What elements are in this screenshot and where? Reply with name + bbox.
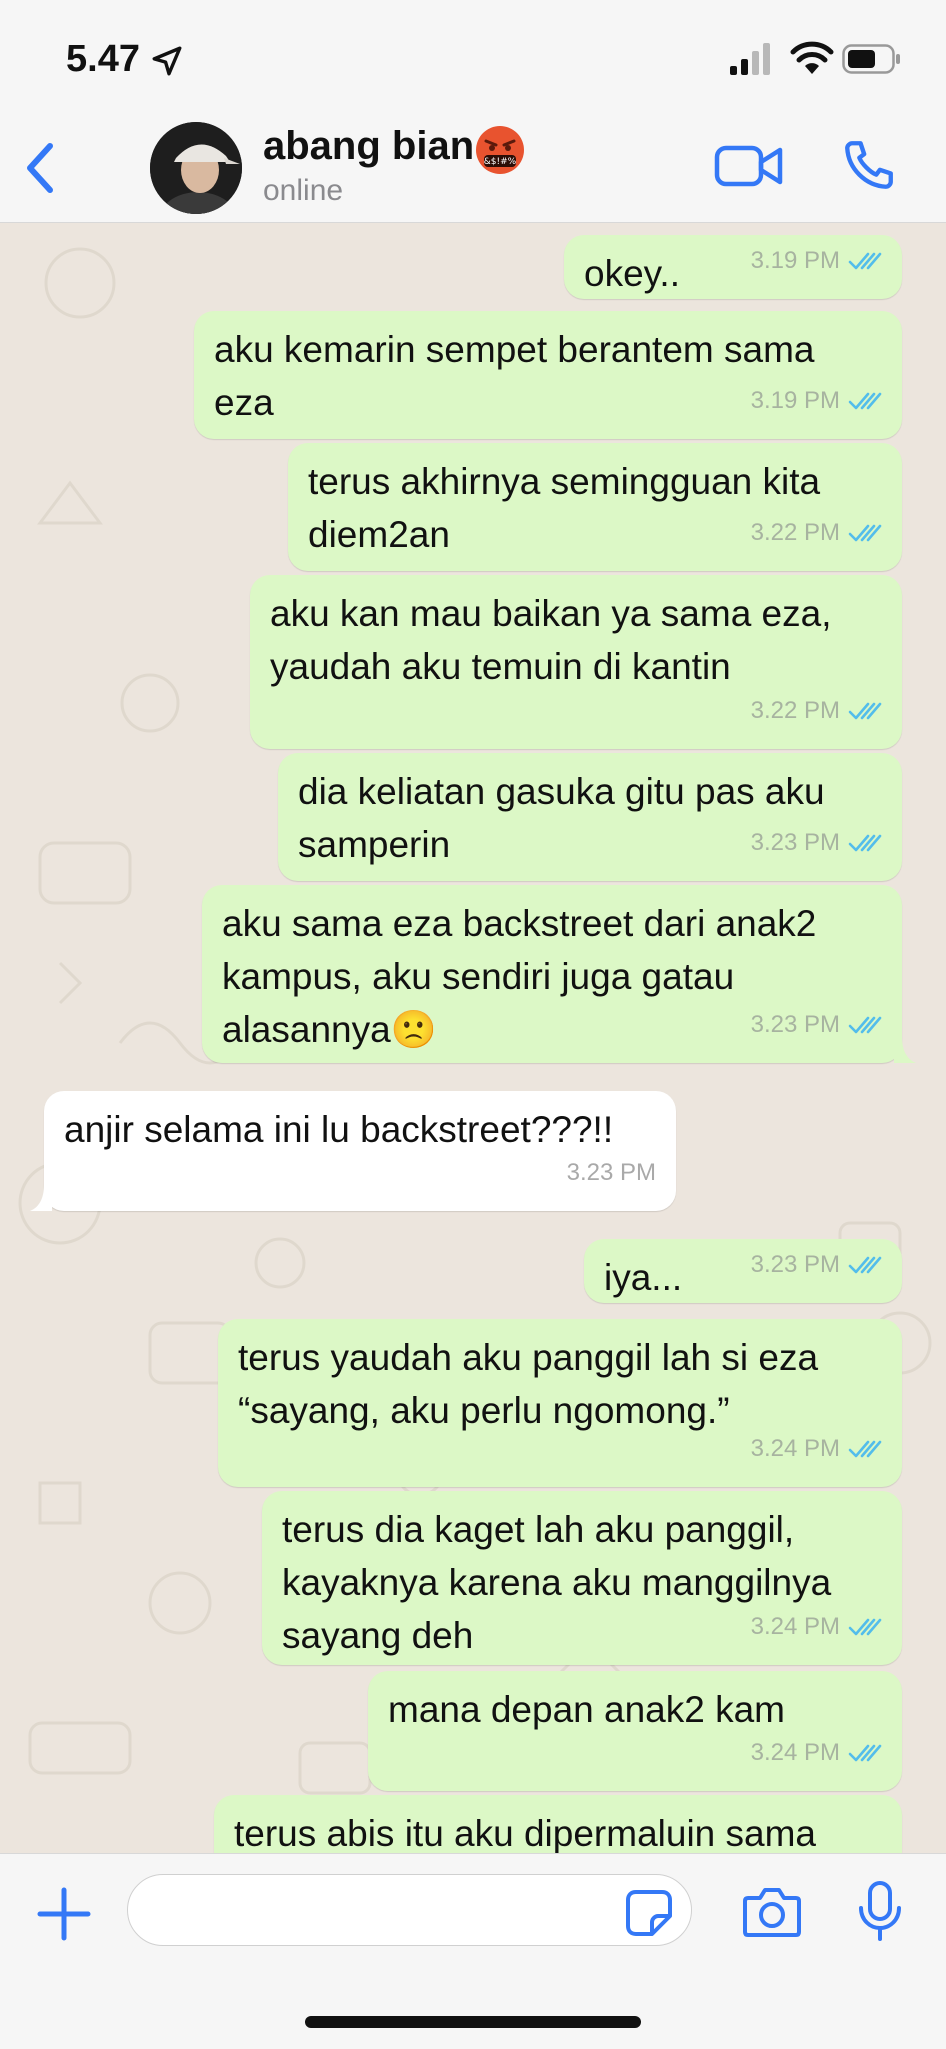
- double-check-icon: [848, 702, 882, 719]
- message-text-line: terus akhirnya semingguan kita: [308, 461, 821, 502]
- location-arrow-icon: [152, 46, 182, 76]
- sticker-icon[interactable]: [624, 1888, 674, 1938]
- status-time: 5.47: [66, 38, 140, 80]
- message-meta: 3.23 PM: [567, 1146, 656, 1199]
- double-check-icon: [848, 524, 882, 541]
- outgoing-message-bubble[interactable]: terus akhirnya semingguan kita diem2an 3.2…: [288, 443, 902, 571]
- outgoing-message-bubble[interactable]: okey.. 3.19 PM: [564, 235, 902, 299]
- bubble-tail: [30, 1185, 52, 1211]
- message-time: 3.24 PM: [750, 1435, 840, 1462]
- message-time: 3.22 PM: [750, 697, 840, 724]
- video-camera-icon[interactable]: [714, 140, 784, 192]
- message-meta: 3.24 PM: [751, 1422, 882, 1475]
- message-time: 3.19 PM: [750, 387, 840, 414]
- message-text-line: aku kan mau baikan ya sama eza,: [270, 593, 832, 634]
- double-check-icon: [848, 1016, 882, 1033]
- message-meta: 3.24 PM: [751, 1726, 882, 1779]
- double-check-icon: [848, 252, 882, 269]
- message-meta: 3.19 PM: [751, 374, 882, 427]
- battery-icon: [842, 44, 900, 74]
- phone-icon[interactable]: [840, 136, 898, 194]
- outgoing-message-bubble[interactable]: dia keliatan gasuka gitu pas aku samperin…: [278, 753, 902, 881]
- chat-header: abang bian &$!#% online: [0, 110, 946, 223]
- message-input[interactable]: [127, 1874, 692, 1946]
- message-text-line: terus yaudah aku panggil lah si eza: [238, 1337, 819, 1378]
- microphone-icon[interactable]: [856, 1880, 904, 1942]
- message-meta: 3.23 PM: [751, 998, 882, 1051]
- outgoing-message-bubble[interactable]: mana depan anak2 kam 3.24 PM: [368, 1671, 902, 1791]
- message-time: 3.22 PM: [750, 519, 840, 546]
- outgoing-message-bubble[interactable]: terus abis itu aku dipermaluin sama: [214, 1795, 902, 1853]
- plus-icon[interactable]: [34, 1884, 94, 1944]
- message-meta: 3.22 PM: [751, 684, 882, 737]
- message-meta: 3.23 PM: [751, 1238, 882, 1291]
- home-indicator: [305, 2016, 641, 2028]
- message-time: 3.23 PM: [750, 829, 840, 856]
- message-text-line: aku kemarin sempet berantem sama: [214, 329, 815, 370]
- message-time: 3.24 PM: [750, 1739, 840, 1766]
- double-check-icon: [848, 1744, 882, 1761]
- message-text-line: dia keliatan gasuka gitu pas aku: [298, 771, 825, 812]
- message-meta: 3.24 PM: [751, 1600, 882, 1653]
- chat-area[interactable]: okey.. 3.19 PM aku kemarin sempet berantem…: [0, 223, 946, 1853]
- message-text-line: terus dia kaget lah aku panggil,: [282, 1509, 795, 1550]
- contact-status: online: [263, 174, 344, 207]
- message-time: 3.23 PM: [566, 1159, 656, 1186]
- outgoing-message-bubble[interactable]: terus dia kaget lah aku panggil, kayaknya…: [262, 1491, 902, 1665]
- message-text-line: kampus, aku sendiri juga gatau: [222, 956, 735, 997]
- camera-icon[interactable]: [742, 1884, 802, 1940]
- avatar-image: [150, 122, 242, 214]
- avatar[interactable]: [150, 122, 242, 214]
- double-check-icon: [848, 1618, 882, 1635]
- bubble-tail: [894, 1037, 916, 1063]
- message-text-line: terus abis itu aku dipermaluin sama: [234, 1813, 817, 1853]
- status-bar: 5.47: [0, 0, 946, 110]
- message-time: 3.23 PM: [750, 1011, 840, 1038]
- message-meta: 3.19 PM: [751, 234, 882, 287]
- back-chevron-icon[interactable]: [18, 138, 62, 198]
- signal-icon: [730, 43, 770, 75]
- message-text-line: aku sama eza backstreet dari anak2: [222, 903, 817, 944]
- double-check-icon: [848, 1440, 882, 1457]
- message-meta: 3.23 PM: [751, 816, 882, 869]
- svg-text:&$!#%: &$!#%: [484, 157, 517, 167]
- double-check-icon: [848, 392, 882, 409]
- wifi-icon: [790, 41, 834, 74]
- outgoing-message-bubble[interactable]: iya... 3.23 PM: [584, 1239, 902, 1303]
- double-check-icon: [848, 1256, 882, 1273]
- outgoing-message-bubble[interactable]: aku kan mau baikan ya sama eza, yaudah ak…: [250, 575, 902, 749]
- outgoing-message-bubble[interactable]: aku kemarin sempet berantem sama eza 3.19 …: [194, 311, 902, 439]
- message-meta: 3.22 PM: [751, 506, 882, 559]
- message-time: 3.24 PM: [750, 1613, 840, 1640]
- double-check-icon: [848, 834, 882, 851]
- message-time: 3.23 PM: [750, 1251, 840, 1278]
- contact-name[interactable]: abang bian: [263, 124, 474, 169]
- incoming-message-bubble[interactable]: anjir selama ini lu backstreet???!! 3.23 …: [30, 1091, 676, 1211]
- message-time: 3.19 PM: [750, 247, 840, 274]
- angry-face-emoji: &$!#%: [476, 126, 524, 174]
- outgoing-message-bubble[interactable]: aku sama eza backstreet dari anak2 kampus…: [202, 885, 916, 1063]
- message-composer: [0, 1853, 946, 2049]
- outgoing-message-bubble[interactable]: terus yaudah aku panggil lah si eza “saya…: [218, 1319, 902, 1487]
